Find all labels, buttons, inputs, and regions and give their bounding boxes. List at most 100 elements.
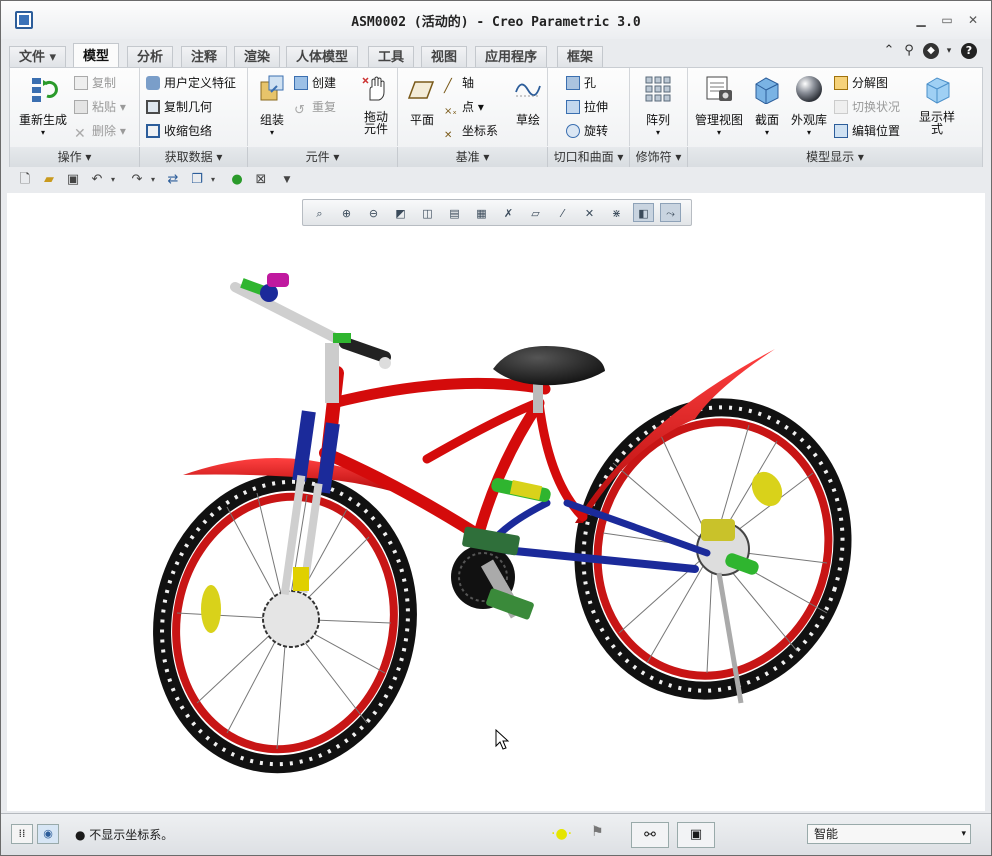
tab-view[interactable]: 视图	[421, 46, 468, 68]
undo-dropdown-icon[interactable]: ▾	[105, 172, 121, 188]
tab-file[interactable]: 文件 ▾	[9, 46, 67, 68]
undo-icon[interactable]: ↶	[89, 172, 105, 188]
maximize-icon[interactable]: ▭	[939, 13, 955, 27]
drag-hand-icon	[362, 76, 385, 101]
browser-toggle-icon[interactable]: ◉	[37, 824, 59, 844]
group-label-operations[interactable]: 操作 ▾	[10, 147, 140, 167]
collapse-ribbon-icon[interactable]: ⌃	[881, 43, 897, 59]
plane-button[interactable]: 平面	[402, 74, 442, 128]
chevron-down-icon: ▾	[806, 128, 811, 137]
copy-geometry-button[interactable]: 复制几何	[146, 98, 212, 116]
community-icon[interactable]: ◆	[923, 43, 939, 59]
assemble-button[interactable]: 组装 ▾	[252, 74, 292, 137]
tab-manikin[interactable]: 人体模型	[286, 46, 359, 68]
udf-button[interactable]: 用户定义特征	[146, 74, 236, 92]
copy-icon	[74, 76, 88, 90]
pattern-button[interactable]: 阵列 ▾	[638, 74, 678, 137]
group-datum: 平面 ╱ 轴 ×ₓ 点 ▾ ✕ 坐标系 草绘	[398, 68, 548, 146]
save-icon[interactable]: ▣	[65, 172, 81, 188]
manage-views-button[interactable]: 管理视图 ▾	[692, 74, 746, 137]
status-ball-icon[interactable]: ●	[229, 172, 245, 188]
bicycle-model	[153, 273, 852, 774]
group-label-component[interactable]: 元件 ▾	[248, 147, 398, 167]
tab-analysis[interactable]: 分析	[127, 46, 174, 68]
tab-tools[interactable]: 工具	[368, 46, 415, 68]
display-style-button[interactable]: 显示样 式	[914, 74, 960, 135]
find-binoculars-icon[interactable]: ⚯	[631, 822, 669, 848]
group-label-get-data[interactable]: 获取数据 ▾	[140, 147, 248, 167]
tab-render[interactable]: 渲染	[234, 46, 281, 68]
status-bar: ⁞⁞ ◉ ● 不显示坐标系。 ·●· ⚑ ⚯ ▣ 智能 ▾	[1, 813, 991, 855]
repeat-button[interactable]: ↺ 重复	[294, 98, 336, 118]
selection-filter-dropdown[interactable]: 智能 ▾	[807, 824, 971, 844]
graphics-window[interactable]: ⌕ ⊕ ⊖ ◩ ◫ ▤ ▦ ✗ ▱ ⁄ ✕ ⋇ ◧ ⤳	[7, 193, 985, 811]
create-component-button[interactable]: 创建	[294, 74, 336, 92]
group-get-data: 用户定义特征 复制几何 收缩包络	[140, 68, 248, 146]
close-icon[interactable]: ✕	[965, 13, 981, 27]
ribbon-tabs: 文件 ▾ 模型 分析 注释 渲染 人体模型 工具 视图 应用程序 框架	[1, 41, 991, 68]
minimize-icon[interactable]: ▁	[913, 13, 929, 27]
windows-dropdown-icon[interactable]: ▾	[205, 172, 221, 188]
new-file-icon[interactable]: 🗋	[17, 172, 33, 188]
quick-access-toolbar: 🗋 ▰ ▣ ↶ ▾ ↷ ▾ ⇄ ❐ ▾ ● ⊠ ▼	[9, 169, 299, 191]
hole-button[interactable]: 孔	[566, 74, 596, 92]
navigator-toggle-icon[interactable]: ⁞⁞	[11, 824, 33, 844]
chevron-down-icon: ▾	[655, 128, 660, 137]
selection-list-icon[interactable]: ▣	[677, 822, 715, 848]
regenerate-small-icon[interactable]: ⇄	[165, 172, 181, 188]
group-label-cut-surface[interactable]: 切口和曲面 ▾	[548, 147, 630, 167]
revolve-button[interactable]: 旋转	[566, 122, 608, 140]
customize-toolbar-icon[interactable]: ▼	[279, 172, 295, 188]
sketch-button[interactable]: 草绘	[508, 74, 548, 128]
regenerate-icon	[32, 78, 58, 102]
axis-button[interactable]: ╱ 轴	[444, 74, 474, 94]
chevron-down-icon: ▾	[40, 128, 45, 137]
handlebar	[230, 273, 391, 369]
redo-dropdown-icon[interactable]: ▾	[145, 172, 161, 188]
display-style-cube-icon	[926, 77, 950, 104]
exploded-view-button[interactable]: 分解图	[834, 74, 888, 92]
point-button[interactable]: ×ₓ 点 ▾	[444, 98, 484, 117]
help-icon[interactable]: ?	[961, 43, 977, 59]
create-component-icon	[294, 76, 308, 90]
csys-button[interactable]: ✕ 坐标系	[444, 122, 498, 141]
tab-model[interactable]: 模型	[73, 43, 120, 68]
tab-framework[interactable]: 框架	[557, 46, 604, 68]
drag-component-button[interactable]: 拖动 元件	[356, 74, 396, 135]
extrude-icon	[566, 100, 580, 114]
paste-button[interactable]: 粘贴 ▾	[74, 98, 126, 116]
section-button[interactable]: 截面 ▾	[750, 74, 784, 137]
revolve-icon	[566, 124, 580, 138]
hole-icon	[566, 76, 580, 90]
group-label-datum[interactable]: 基准 ▾	[398, 147, 548, 167]
close-window-icon[interactable]: ⊠	[253, 172, 269, 188]
shrinkwrap-button[interactable]: 收缩包络	[146, 122, 212, 140]
community-dropdown-icon[interactable]: ▾	[941, 43, 957, 59]
extrude-button[interactable]: 拉伸	[566, 98, 608, 116]
windows-icon[interactable]: ❐	[189, 172, 205, 188]
copy-button[interactable]: 复制	[74, 74, 116, 92]
toggle-state-button[interactable]: 切换状况	[834, 98, 900, 116]
message-area: ● 不显示坐标系。	[75, 828, 174, 842]
group-label-modifiers[interactable]: 修饰符 ▾	[630, 147, 688, 167]
rear-wheel	[574, 398, 852, 700]
group-model-display: 管理视图 ▾ 截面 ▾ 外观库 ▾ 分解图 切换状况 编辑位置 显示样 式	[688, 68, 984, 146]
regenerate-button[interactable]: 重新生成 ▾	[14, 74, 72, 137]
redo-icon[interactable]: ↷	[129, 172, 145, 188]
appearance-gallery-button[interactable]: 外观库 ▾	[788, 74, 830, 137]
toggle-state-icon	[834, 100, 848, 114]
flag-icon[interactable]: ⚑	[591, 824, 604, 840]
assemble-icon	[260, 75, 284, 101]
tab-applications[interactable]: 应用程序	[475, 46, 548, 68]
group-operations: 重新生成 ▾ 复制 粘贴 ▾ ✕ 删除 ▾	[10, 68, 140, 146]
tab-annotate[interactable]: 注释	[181, 46, 228, 68]
delete-button[interactable]: ✕ 删除 ▾	[74, 122, 126, 141]
group-label-model-display[interactable]: 模型显示 ▾	[688, 147, 982, 167]
pattern-icon	[645, 76, 671, 102]
edit-position-button[interactable]: 编辑位置	[834, 122, 900, 140]
repeat-icon: ↺	[294, 103, 305, 118]
search-icon[interactable]: ⚲	[901, 43, 917, 59]
chevron-down-icon: ▾	[716, 128, 721, 137]
open-folder-icon[interactable]: ▰	[41, 172, 57, 188]
axis-icon: ╱	[444, 79, 452, 94]
